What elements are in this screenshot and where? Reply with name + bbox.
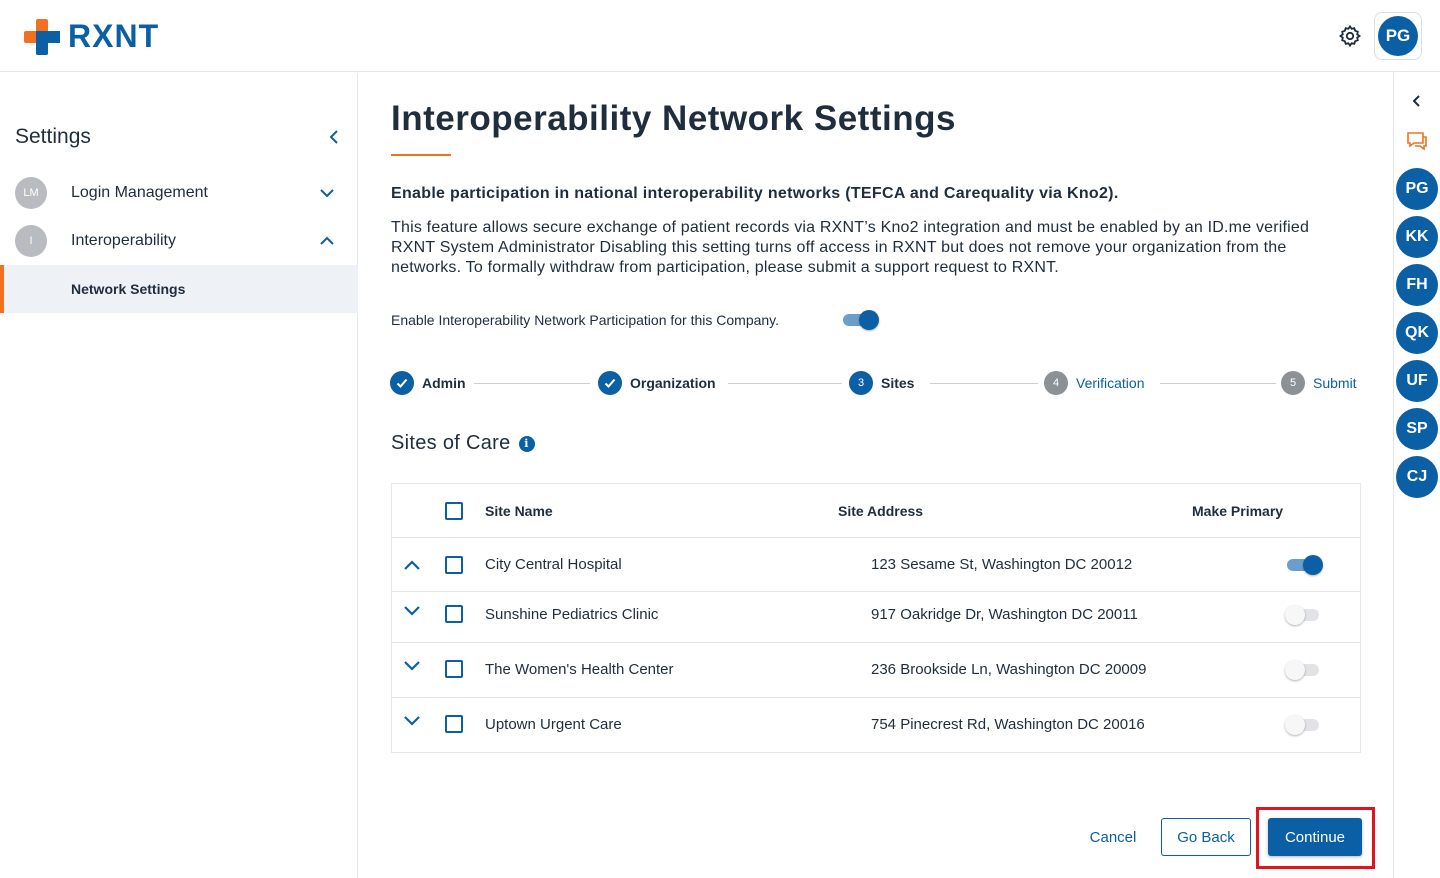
section-description: This feature allows secure exchange of p… (391, 219, 1310, 276)
progress-stepper: Admin Organization 3 Sites 4 Verificatio… (390, 371, 1362, 395)
check-icon (598, 371, 622, 395)
step-sites[interactable]: 3 Sites (849, 371, 914, 395)
user-avatar[interactable]: PG (1374, 12, 1422, 60)
sites-table: Site Name Site Address Make Primary City… (391, 483, 1361, 753)
site-address: 123 Sesame St, Washington DC 20012 (871, 556, 1133, 573)
site-name: Uptown Urgent Care (485, 716, 622, 733)
make-primary-toggle[interactable] (1285, 660, 1321, 680)
row-checkbox[interactable] (445, 715, 463, 733)
row-checkbox[interactable] (445, 660, 463, 678)
cancel-button[interactable]: Cancel (1081, 819, 1145, 855)
logo-text: RXNT (68, 18, 160, 54)
rail-avatar[interactable]: QK (1396, 312, 1438, 354)
step-number: 4 (1044, 371, 1068, 395)
row-checkbox[interactable] (445, 605, 463, 623)
main-content: Interoperability Network Settings Enable… (359, 73, 1393, 878)
interoperability-badge: I (15, 225, 47, 257)
site-address: 236 Brookside Ln, Washington DC 20009 (871, 661, 1147, 678)
user-initials: PG (1378, 16, 1418, 56)
sidebar-title: Settings (15, 125, 91, 148)
chevron-down-icon[interactable] (402, 710, 422, 730)
chevron-down-icon[interactable] (318, 184, 336, 202)
info-icon[interactable]: i (518, 435, 535, 452)
step-submit[interactable]: 5 Submit (1281, 371, 1357, 395)
table-row[interactable]: Sunshine Pediatrics Clinic 917 Oakridge … (392, 588, 1360, 643)
table-header: Site Name Site Address Make Primary (392, 484, 1360, 538)
page-title: Interoperability Network Settings (391, 99, 956, 138)
settings-sidebar: Settings LM Login Management I Interoper… (0, 73, 358, 878)
enable-participation-toggle[interactable] (843, 310, 879, 330)
site-address: 917 Oakridge Dr, Washington DC 20011 (871, 606, 1138, 623)
column-site-name: Site Name (485, 503, 553, 519)
chevron-down-icon[interactable] (402, 655, 422, 675)
gear-icon[interactable] (1338, 24, 1362, 48)
column-site-address: Site Address (838, 503, 924, 519)
column-make-primary: Make Primary (1192, 503, 1284, 519)
collapse-sidebar-icon[interactable] (326, 128, 344, 146)
right-rail: PG KK FH QK UF SP CJ (1393, 73, 1440, 878)
sites-of-care-heading: Sites of Care i (391, 432, 535, 455)
site-address: 754 Pinecrest Rd, Washington DC 20016 (871, 716, 1145, 733)
chat-icon[interactable] (1406, 131, 1428, 151)
title-underline (391, 154, 451, 156)
chevron-down-icon[interactable] (402, 600, 422, 620)
section-subheading: Enable participation in national interop… (391, 185, 1119, 202)
sites-title-text: Sites of Care (391, 432, 511, 454)
step-number: 5 (1281, 371, 1305, 395)
rail-avatar[interactable]: UF (1396, 360, 1438, 402)
step-connector (728, 383, 842, 384)
rxnt-logo[interactable]: RXNT (24, 18, 159, 55)
step-connector (474, 383, 590, 384)
rail-avatar[interactable]: FH (1396, 264, 1438, 306)
step-organization[interactable]: Organization (598, 371, 716, 395)
go-back-button[interactable]: Go Back (1161, 818, 1251, 856)
step-connector (1160, 383, 1276, 384)
sidebar-item-label: Login Management (71, 184, 208, 201)
table-row[interactable]: City Central Hospital 123 Sesame St, Was… (392, 538, 1360, 592)
rail-avatar[interactable]: KK (1396, 216, 1438, 258)
table-row[interactable]: Uptown Urgent Care 754 Pinecrest Rd, Was… (392, 698, 1360, 753)
top-bar: RXNT PG (0, 0, 1440, 72)
step-label: Submit (1313, 375, 1357, 391)
rail-avatar[interactable]: PG (1396, 168, 1438, 210)
sidebar-subitem-network-settings[interactable]: Network Settings (0, 265, 358, 313)
continue-button[interactable]: Continue (1268, 818, 1362, 856)
step-connector (930, 383, 1038, 384)
table-row[interactable]: The Women's Health Center 236 Brookside … (392, 643, 1360, 698)
step-number: 3 (849, 371, 873, 395)
login-management-badge: LM (15, 177, 47, 209)
step-verification[interactable]: 4 Verification (1044, 371, 1144, 395)
rail-avatar[interactable]: CJ (1396, 456, 1438, 498)
chevron-up-icon[interactable] (318, 232, 336, 250)
sidebar-subitem-label: Network Settings (71, 281, 186, 297)
step-label: Sites (881, 375, 915, 391)
sidebar-item-label: Interoperability (71, 232, 176, 249)
site-name: The Women's Health Center (485, 661, 674, 678)
step-admin[interactable]: Admin (390, 371, 466, 395)
select-all-checkbox[interactable] (445, 502, 463, 520)
chevron-up-icon[interactable] (402, 556, 422, 576)
make-primary-toggle[interactable] (1285, 605, 1321, 625)
rail-avatar[interactable]: SP (1396, 408, 1438, 450)
row-checkbox[interactable] (445, 556, 463, 574)
site-name: City Central Hospital (485, 556, 622, 573)
make-primary-toggle[interactable] (1287, 555, 1323, 575)
step-label: Admin (422, 375, 466, 391)
step-label: Verification (1076, 375, 1145, 391)
check-icon (390, 371, 414, 395)
make-primary-toggle[interactable] (1285, 715, 1321, 735)
sidebar-item-interoperability[interactable]: I Interoperability (0, 217, 358, 265)
logo-cross-icon (24, 18, 60, 55)
site-name: Sunshine Pediatrics Clinic (485, 606, 659, 623)
step-label: Organization (630, 375, 716, 391)
sidebar-item-login-management[interactable]: LM Login Management (0, 169, 358, 217)
enable-participation-label: Enable Interoperability Network Particip… (391, 312, 780, 328)
chevron-left-icon[interactable] (1409, 93, 1425, 109)
